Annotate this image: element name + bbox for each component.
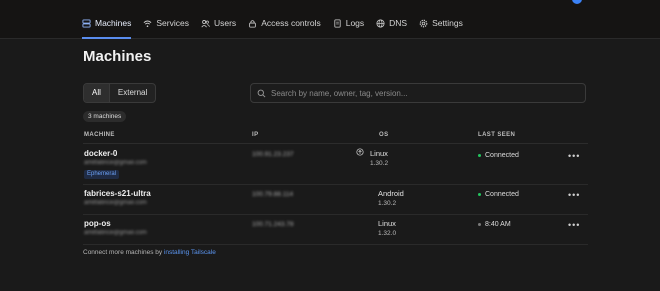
- table-row[interactable]: docker-0 amitfabrice@gmail.com Ephemeral…: [83, 144, 588, 185]
- page-title: Machines: [83, 48, 152, 65]
- status-online-dot: [478, 154, 481, 157]
- machine-owner: amitfabrice@gmail.com: [84, 200, 147, 206]
- os-version: 1.32.0: [378, 230, 397, 237]
- os-cell: Linux 1.32.0: [378, 219, 396, 237]
- os-cell: Linux 1.30.2: [356, 148, 389, 167]
- top-navigation-bar: Machines Services Users Access controls …: [0, 0, 660, 39]
- nav-item-access-controls[interactable]: Access controls: [248, 18, 321, 28]
- os-name: Android: [378, 189, 404, 198]
- ip-cell: 100.71.243.78: [252, 221, 294, 228]
- machine-name[interactable]: pop-os: [84, 219, 147, 228]
- machine-cell: pop-os amitfabrice@gmail.com: [84, 219, 147, 236]
- last-seen-text: 8:40 AM: [485, 221, 511, 228]
- nav-label-settings: Settings: [432, 18, 463, 28]
- nav-label-machines: Machines: [95, 18, 132, 28]
- last-seen-cell: 8:40 AM: [478, 221, 511, 228]
- machine-filter-toggle: All External: [83, 83, 157, 103]
- search-box: [250, 83, 586, 103]
- status-online-dot: [478, 193, 481, 196]
- nav-label-services: Services: [156, 18, 189, 28]
- lock-icon: [249, 19, 256, 28]
- users-icon: [201, 19, 210, 27]
- main-nav: Machines Services Users Access controls …: [82, 18, 463, 39]
- nav-label-dns: DNS: [389, 18, 408, 28]
- last-seen-text: Connected: [485, 152, 519, 159]
- ephemeral-tag: Ephemeral: [84, 170, 120, 179]
- row-menu-button[interactable]: •••: [568, 152, 580, 161]
- machines-table: MACHINE IP OS LAST SEEN docker-0 amitfab…: [83, 131, 588, 245]
- header-os[interactable]: OS: [379, 132, 388, 138]
- nav-item-settings[interactable]: Settings: [419, 18, 463, 28]
- nav-label-logs: Logs: [345, 18, 365, 28]
- machine-owner: amitfabrice@gmail.com: [84, 230, 147, 236]
- machine-cell: fabrices-s21-ultra amitfabrice@gmail.com: [84, 189, 151, 206]
- machine-owner: amitfabrice@gmail.com: [84, 160, 147, 166]
- last-seen-cell: Connected: [478, 152, 519, 159]
- last-seen-cell: Connected: [478, 191, 519, 198]
- connect-more-text: Connect more machines by: [83, 249, 164, 256]
- machine-ip[interactable]: 100.71.243.78: [252, 221, 294, 228]
- header-last-seen[interactable]: LAST SEEN: [478, 132, 515, 138]
- nav-item-logs[interactable]: Logs: [333, 18, 364, 28]
- nav-label-users: Users: [213, 18, 237, 28]
- ip-cell: 100.91.23.237: [252, 151, 294, 158]
- table-row[interactable]: pop-os amitfabrice@gmail.com 100.71.243.…: [83, 215, 588, 245]
- machine-cell: docker-0 amitfabrice@gmail.com Ephemeral: [84, 149, 147, 179]
- header-ip[interactable]: IP: [252, 132, 258, 138]
- globe-icon: [376, 18, 385, 28]
- header-machine[interactable]: MACHINE: [84, 132, 115, 138]
- more-icon: •••: [568, 190, 581, 200]
- server-icon: [82, 18, 91, 28]
- search-icon: [257, 89, 266, 97]
- account-avatar[interactable]: [572, 0, 582, 4]
- os-name: Linux: [378, 219, 396, 228]
- wifi-icon: [143, 20, 152, 27]
- filter-all-button[interactable]: All: [84, 84, 110, 102]
- os-version: 1.30.2: [378, 200, 397, 207]
- machine-ip[interactable]: 100.79.88.114: [252, 191, 293, 198]
- machine-name[interactable]: docker-0: [84, 149, 147, 158]
- more-icon: •••: [568, 151, 581, 161]
- document-icon: [334, 18, 341, 28]
- table-header: MACHINE IP OS LAST SEEN: [83, 131, 588, 144]
- last-seen-text: Connected: [485, 191, 519, 198]
- os-cell: Android 1.30.2: [378, 189, 404, 207]
- nav-item-services[interactable]: Services: [143, 18, 189, 28]
- more-icon: •••: [568, 220, 581, 230]
- nav-item-users[interactable]: Users: [201, 18, 236, 28]
- nav-item-dns[interactable]: DNS: [376, 18, 407, 28]
- connect-more-note: Connect more machines by installing Tail…: [83, 249, 216, 256]
- status-offline-dot: [478, 223, 481, 226]
- update-available-icon[interactable]: [356, 148, 364, 156]
- gear-icon: [419, 19, 428, 27]
- filter-external-button[interactable]: External: [110, 84, 155, 102]
- os-version: 1.30.2: [370, 160, 389, 167]
- os-name: Linux: [370, 149, 388, 158]
- nav-item-machines[interactable]: Machines: [82, 18, 132, 39]
- machine-count-badge: 3 machines: [83, 111, 127, 122]
- row-menu-button[interactable]: •••: [568, 191, 580, 200]
- machine-ip[interactable]: 100.91.23.237: [252, 151, 294, 158]
- nav-label-access-controls: Access controls: [261, 18, 321, 28]
- row-menu-button[interactable]: •••: [568, 221, 580, 230]
- install-tailscale-link[interactable]: installing Tailscale: [164, 249, 216, 256]
- table-row[interactable]: fabrices-s21-ultra amitfabrice@gmail.com…: [83, 185, 588, 215]
- search-input[interactable]: [271, 88, 585, 98]
- machine-name[interactable]: fabrices-s21-ultra: [84, 189, 151, 198]
- ip-cell: 100.79.88.114: [252, 191, 293, 198]
